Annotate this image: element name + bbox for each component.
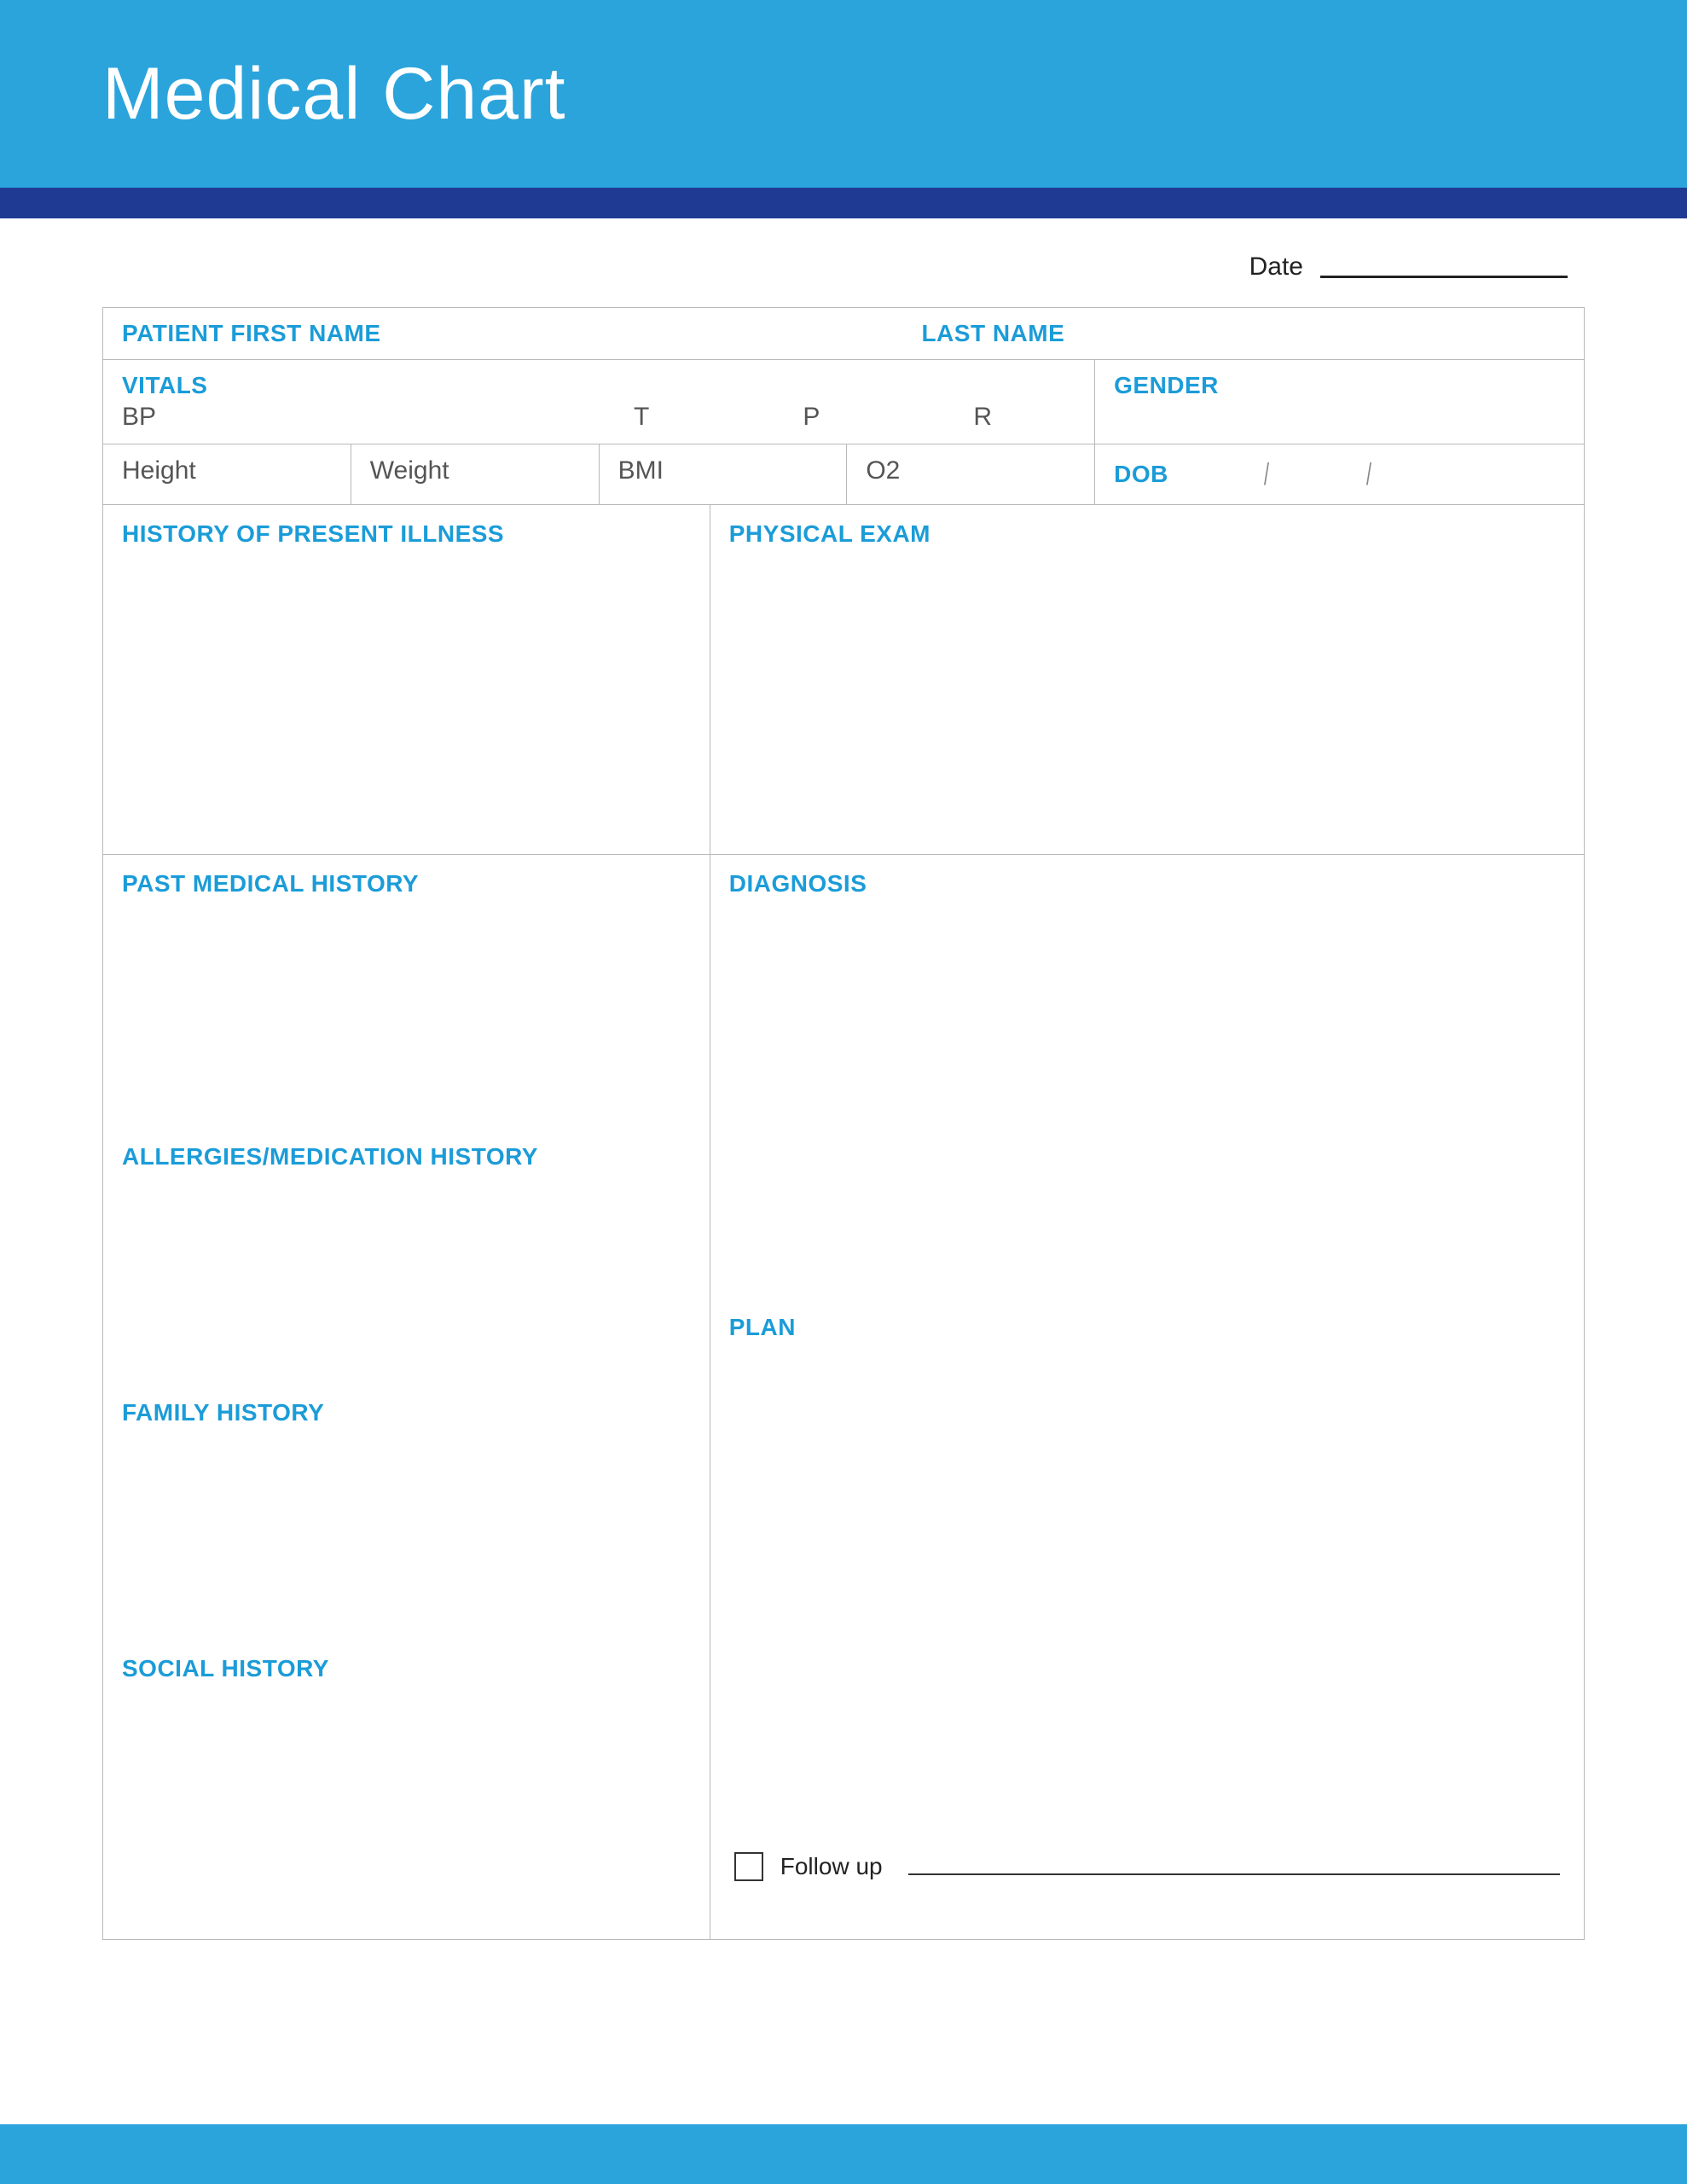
gender-cell[interactable]: GENDER: [1095, 360, 1584, 444]
amh-label: ALLERGIES/MEDICATION HISTORY: [122, 1143, 538, 1170]
followup-label: Follow up: [780, 1853, 883, 1880]
amh-section[interactable]: ALLERGIES/MEDICATION HISTORY: [103, 1128, 710, 1384]
p-label: P: [803, 403, 820, 432]
body-left-column: HISTORY OF PRESENT ILLNESS PAST MEDICAL …: [103, 505, 710, 1939]
weight-cell[interactable]: Weight: [351, 444, 600, 505]
vitals-header: VITALS: [122, 372, 1075, 399]
vitals-abbr-row: BP T P R: [122, 403, 1075, 432]
height-label: Height: [122, 456, 196, 485]
last-name-cell[interactable]: LAST NAME: [902, 308, 1584, 360]
header-band: Medical Chart: [0, 0, 1687, 188]
hpi-section[interactable]: HISTORY OF PRESENT ILLNESS: [103, 505, 710, 855]
o2-label: O2: [866, 456, 900, 485]
height-cell[interactable]: Height: [103, 444, 351, 505]
date-label: Date: [1249, 253, 1303, 282]
chart-table: PATIENT FIRST NAME LAST NAME VITALS BP T…: [102, 307, 1585, 1940]
r-label: R: [973, 403, 992, 432]
body-row: HISTORY OF PRESENT ILLNESS PAST MEDICAL …: [103, 505, 1584, 1939]
body-grid: HISTORY OF PRESENT ILLNESS PAST MEDICAL …: [103, 505, 1584, 1939]
name-row: PATIENT FIRST NAME LAST NAME: [103, 308, 1584, 360]
followup-checkbox[interactable]: [734, 1852, 763, 1881]
bmi-cell[interactable]: BMI: [600, 444, 848, 505]
pmh-section[interactable]: PAST MEDICAL HISTORY: [103, 855, 710, 1128]
hpi-label: HISTORY OF PRESENT ILLNESS: [122, 520, 504, 547]
plan-section[interactable]: PLAN: [710, 1298, 1584, 1827]
vitals-row-2: Height Weight BMI O2 DOB / /: [103, 444, 1584, 505]
followup-row: Follow up: [710, 1827, 1584, 1939]
o2-cell[interactable]: O2: [847, 444, 1095, 505]
date-row: Date: [102, 253, 1585, 282]
dob-label: DOB: [1114, 461, 1168, 488]
pe-section[interactable]: PHYSICAL EXAM: [710, 505, 1584, 855]
dx-label: DIAGNOSIS: [729, 870, 867, 897]
date-input-line[interactable]: [1320, 256, 1568, 278]
pmh-label: PAST MEDICAL HISTORY: [122, 870, 419, 897]
vitals-main-cell[interactable]: VITALS BP T P R: [103, 360, 1095, 444]
fh-section[interactable]: FAMILY HISTORY: [103, 1384, 710, 1640]
body-right-column: PHYSICAL EXAM DIAGNOSIS PLAN Follow up: [710, 505, 1584, 1939]
dob-slash-1: /: [1264, 456, 1269, 492]
t-label: T: [634, 403, 649, 432]
first-name-cell[interactable]: PATIENT FIRST NAME: [103, 308, 902, 360]
sh-section[interactable]: SOCIAL HISTORY: [103, 1640, 710, 1939]
weight-label: Weight: [370, 456, 449, 485]
vitals-row-1: VITALS BP T P R GENDER: [103, 360, 1584, 444]
page-title: Medical Chart: [102, 52, 566, 136]
fh-label: FAMILY HISTORY: [122, 1399, 324, 1426]
footer-band: [0, 2124, 1687, 2184]
first-name-label: PATIENT FIRST NAME: [122, 320, 381, 346]
bp-label: BP: [122, 403, 156, 432]
dob-cell[interactable]: DOB / /: [1095, 444, 1584, 505]
medical-chart-page: Medical Chart Date PATIENT FIRST NAME LA…: [0, 0, 1687, 2184]
pe-label: PHYSICAL EXAM: [729, 520, 930, 547]
sh-label: SOCIAL HISTORY: [122, 1655, 329, 1682]
dob-slash-2: /: [1366, 456, 1371, 492]
gender-label: GENDER: [1114, 372, 1219, 398]
followup-input-line[interactable]: [908, 1858, 1560, 1875]
plan-label: PLAN: [729, 1314, 796, 1340]
bmi-label: BMI: [618, 456, 664, 485]
content-area: Date PATIENT FIRST NAME LAST NAME VITALS…: [0, 218, 1687, 1940]
last-name-label: LAST NAME: [921, 320, 1064, 346]
header-underline: [0, 188, 1687, 218]
dx-section[interactable]: DIAGNOSIS: [710, 855, 1584, 1298]
